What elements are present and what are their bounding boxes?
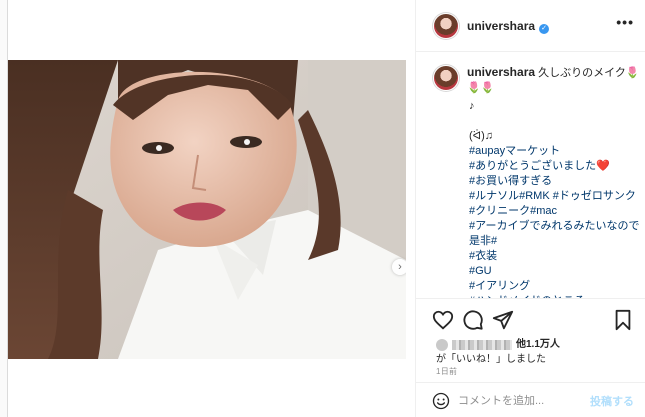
selfie-photo xyxy=(8,60,406,359)
caption-line: ♪ xyxy=(469,100,475,112)
avatar[interactable] xyxy=(434,14,458,38)
post-sidebar: univershara ✓ ••• univershara 久しぶりのメイク🌷🌷🌷… xyxy=(415,0,645,417)
caption-hashtag-line[interactable]: #GU xyxy=(469,264,641,279)
author-username-row: univershara ✓ xyxy=(467,19,550,34)
likes-summary: 他1.1万人 が「いいね！」しました xyxy=(436,338,641,368)
caption-hashtag-line[interactable]: #ありがとうございました❤️ xyxy=(469,159,641,174)
caption-username[interactable]: univershara xyxy=(467,65,535,79)
caption-hashtag-line[interactable]: #お買い得すぎる xyxy=(469,174,641,189)
caption-hashtag-line[interactable]: #ルナソル#RMK #ドゥゼロサンク#クリニーク#mac xyxy=(469,189,641,219)
liker-avatar[interactable] xyxy=(436,339,448,351)
emoji-icon[interactable] xyxy=(432,392,450,410)
share-icon[interactable] xyxy=(492,309,514,331)
post-header: univershara ✓ ••• xyxy=(416,0,645,52)
action-bar xyxy=(416,298,645,338)
heart-icon[interactable] xyxy=(432,309,454,331)
post-timestamp[interactable]: 1日前 xyxy=(436,366,457,377)
likes-text: が「いいね！」しました xyxy=(436,354,546,365)
author-username[interactable]: univershara xyxy=(467,19,535,33)
caption-line: (ᐛ)♫ xyxy=(469,130,494,142)
caption-section: univershara 久しぶりのメイク🌷🌷🌷 ♪ (ᐛ)♫ #aupayマーケッ… xyxy=(416,52,645,298)
more-options-icon[interactable]: ••• xyxy=(616,14,634,30)
chevron-right-icon: › xyxy=(398,260,402,273)
comment-input[interactable] xyxy=(458,391,588,411)
comment-bar: 投稿する xyxy=(416,382,645,417)
likes-count[interactable]: 他1.1万人 xyxy=(516,338,560,351)
caption-hashtag-line[interactable]: #aupayマーケット xyxy=(469,144,641,159)
post-comment-button[interactable]: 投稿する xyxy=(590,393,634,409)
next-photo-button[interactable]: › xyxy=(392,259,406,275)
caption-avatar[interactable] xyxy=(434,66,458,90)
caption-hashtag-line[interactable]: #イアリング xyxy=(469,279,641,294)
caption-line xyxy=(469,114,641,129)
instagram-post: › univershara ✓ ••• univershara 久しぶりのメイク🌷… xyxy=(7,0,645,417)
caption-hashtag-line[interactable]: #アーカイブでみれるみたいなので是非# xyxy=(469,219,641,249)
bookmark-icon[interactable] xyxy=(612,309,634,331)
comment-icon[interactable] xyxy=(462,309,484,331)
caption-hashtag-line[interactable]: #衣装 xyxy=(469,249,641,264)
caption-text: ♪ (ᐛ)♫ #aupayマーケット #ありがとうございました❤️ #お買い得すぎる #… xyxy=(469,99,641,298)
post-photo[interactable]: › xyxy=(8,60,406,359)
caption-first-line: univershara 久しぶりのメイク🌷🌷🌷 xyxy=(467,65,642,96)
verified-badge-icon: ✓ xyxy=(539,24,550,34)
blurred-liker-name xyxy=(452,340,512,350)
